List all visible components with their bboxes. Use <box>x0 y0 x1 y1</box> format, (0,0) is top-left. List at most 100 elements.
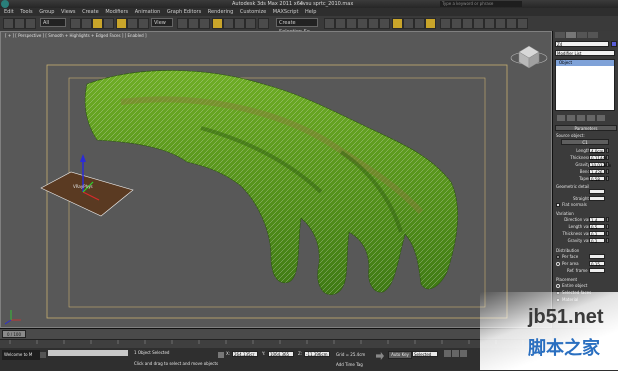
redo-icon[interactable] <box>14 18 25 29</box>
bend-spinner[interactable] <box>606 169 609 174</box>
maxscript-listener[interactable]: Welcome to M <box>2 350 40 360</box>
search-input[interactable]: Type a keyword or phrase <box>440 1 522 7</box>
source-object-button[interactable]: C1 <box>561 139 609 145</box>
vray-light-icon[interactable] <box>462 18 473 29</box>
taper-input[interactable]: 0.58 <box>589 176 605 182</box>
z-coordinate-field[interactable]: -11.396cm <box>304 351 330 357</box>
y-coordinate-field[interactable]: 1064.365 <box>268 351 294 357</box>
perspective-viewport[interactable]: [ + ] [ Perspective ] [ Smooth + Highlig… <box>0 31 552 328</box>
vray-frame-buffer-icon[interactable] <box>451 18 462 29</box>
thickness-var-input[interactable]: 0.2 <box>589 231 605 237</box>
vray-plane-icon[interactable] <box>506 18 517 29</box>
geometric-detail-input[interactable] <box>589 189 605 194</box>
menu-item-views[interactable]: Views <box>61 9 75 15</box>
keyboard-shortcut-icon[interactable] <box>199 18 210 29</box>
rendered-frame-window-icon[interactable] <box>414 18 425 29</box>
per-area-input[interactable]: 0.15 <box>589 261 605 267</box>
grass-drape-object[interactable] <box>84 70 458 295</box>
pin-stack-icon[interactable] <box>557 115 565 121</box>
selected-dropdown[interactable]: Selected <box>412 351 438 357</box>
per-face-radio[interactable] <box>556 255 560 259</box>
vray-mesh-icon[interactable] <box>473 18 484 29</box>
render-production-icon[interactable] <box>425 18 436 29</box>
auto-key-button[interactable]: Auto Key <box>388 351 412 359</box>
play-icon[interactable] <box>460 350 467 357</box>
taper-spinner[interactable] <box>606 176 609 181</box>
time-slider[interactable]: 0 / 100 <box>0 329 552 339</box>
bend-input[interactable]: 1.426 <box>589 169 605 175</box>
select-manipulate-icon[interactable] <box>188 18 199 29</box>
undo-icon[interactable] <box>3 18 14 29</box>
curve-editor-icon[interactable] <box>368 18 379 29</box>
viewcube-icon[interactable] <box>510 45 548 69</box>
select-rotate-icon[interactable] <box>127 18 138 29</box>
select-move-icon[interactable] <box>116 18 127 29</box>
modify-tab-icon[interactable] <box>566 32 576 38</box>
window-crossing-icon[interactable] <box>103 18 114 29</box>
menu-item-tools[interactable]: Tools <box>20 9 32 15</box>
length-input[interactable]: 4.0cm <box>589 148 605 154</box>
named-selection-sets-input[interactable]: Create Selection Se <box>276 18 318 35</box>
vray-fur-icon[interactable] <box>484 18 495 29</box>
vray-toolbar-icon[interactable] <box>440 18 451 29</box>
vray-proxy-icon[interactable] <box>495 18 506 29</box>
select-object-icon[interactable] <box>70 18 81 29</box>
parameters-rollout[interactable]: Parameters <box>555 125 617 131</box>
link-icon[interactable] <box>25 18 36 29</box>
configure-sets-icon[interactable] <box>597 115 605 121</box>
selection-filter-dropdown[interactable]: All <box>40 18 66 27</box>
track-bar[interactable] <box>0 339 552 348</box>
flat-normals-checkbox[interactable] <box>556 203 560 207</box>
show-end-result-icon[interactable] <box>567 115 575 121</box>
menu-item-help[interactable]: Help <box>305 9 316 15</box>
straight-input[interactable] <box>589 196 605 201</box>
menu-item-group[interactable]: Group <box>39 9 54 15</box>
pivot-center-icon[interactable] <box>177 18 188 29</box>
percent-snap-icon[interactable] <box>234 18 245 29</box>
menu-item-graph-editors[interactable]: Graph Editors <box>167 9 201 15</box>
hierarchy-tab-icon[interactable] <box>577 32 587 38</box>
gravity-var-input[interactable]: 0.2 <box>589 238 605 244</box>
remove-modifier-icon[interactable] <box>587 115 595 121</box>
time-slider-handle[interactable]: 0 / 100 <box>2 330 26 338</box>
schematic-view-icon[interactable] <box>379 18 390 29</box>
direction-var-spinner[interactable] <box>606 217 609 222</box>
object-color-swatch[interactable] <box>611 41 617 47</box>
add-time-tag-button[interactable]: Add Time Tag <box>336 362 363 367</box>
gravity-spinner[interactable] <box>606 162 609 167</box>
align-icon[interactable] <box>335 18 346 29</box>
thickness-var-spinner[interactable] <box>606 231 609 236</box>
length-spinner[interactable] <box>606 148 609 153</box>
x-coordinate-field[interactable]: 264.135cr <box>232 351 258 357</box>
select-scale-icon[interactable] <box>138 18 149 29</box>
selection-lock-icon[interactable] <box>40 352 46 358</box>
prev-frame-icon[interactable] <box>452 350 459 357</box>
vray-sphere-icon[interactable] <box>517 18 528 29</box>
direction-var-input[interactable]: 1.4 <box>589 217 605 223</box>
reference-coordinate-dropdown[interactable]: View <box>151 18 173 27</box>
mirror-icon[interactable] <box>324 18 335 29</box>
absolute-mode-icon[interactable] <box>218 352 224 358</box>
utilities-tab-icon[interactable] <box>588 32 598 38</box>
per-area-radio[interactable] <box>556 262 560 266</box>
menu-item-animation[interactable]: Animation <box>135 9 161 15</box>
select-by-name-icon[interactable] <box>81 18 92 29</box>
menu-item-create[interactable]: Create <box>82 9 99 15</box>
length-var-spinner[interactable] <box>606 224 609 229</box>
material-editor-icon[interactable] <box>392 18 403 29</box>
modifier-list-dropdown[interactable]: Modifier List <box>555 50 615 56</box>
entire-object-radio[interactable] <box>556 284 560 288</box>
menu-item-edit[interactable]: Edit <box>4 9 14 15</box>
select-region-icon[interactable] <box>92 18 103 29</box>
menu-item-customize[interactable]: Customize <box>240 9 266 15</box>
menu-item-rendering[interactable]: Rendering <box>208 9 234 15</box>
gravity-input[interactable]: 10.033cm <box>589 162 611 168</box>
layer-manager-icon[interactable] <box>346 18 357 29</box>
object-name-field[interactable]: Z4 <box>555 41 609 47</box>
angle-snap-icon[interactable] <box>223 18 234 29</box>
menu-item-maxscript[interactable]: MAXScript <box>273 9 299 15</box>
ref-frame-input[interactable] <box>589 268 605 273</box>
length-var-input[interactable]: 0.5 <box>589 224 605 230</box>
snaps-toggle-icon[interactable] <box>212 18 223 29</box>
menu-item-modifiers[interactable]: Modifiers <box>105 9 128 15</box>
